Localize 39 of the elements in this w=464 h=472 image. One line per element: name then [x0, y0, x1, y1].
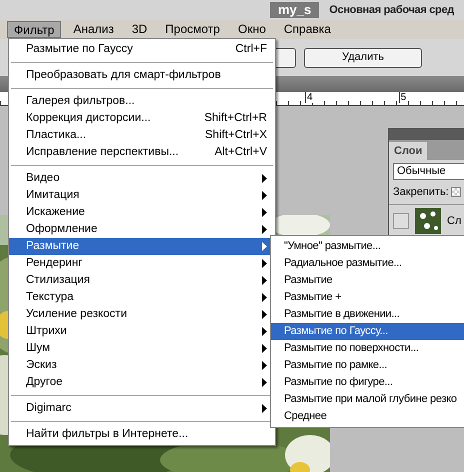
ruler-number: 5	[398, 92, 406, 103]
menu-item[interactable]: Пластика... Shift+Ctrl+X	[9, 127, 275, 144]
menu-bar-item[interactable]: Окно	[232, 21, 272, 38]
menu-bar-item[interactable]: Фильтр	[7, 21, 62, 38]
menu-item[interactable]: Размытие при малой глубине резко	[271, 391, 464, 408]
menu-item[interactable]: Оформление	[9, 221, 275, 238]
menu-item[interactable]: Размытие +	[271, 289, 464, 306]
menu-bar-item[interactable]: 3D	[126, 21, 154, 38]
menu-item[interactable]: Коррекция дисторсии... Shift+Ctrl+R	[9, 110, 275, 127]
layer-name: Сл	[447, 214, 462, 229]
menu-item[interactable]: Размытие	[271, 272, 464, 289]
menu-item[interactable]: Размытие по поверхности...	[271, 340, 464, 357]
menu-item[interactable]: Размытие по рамке...	[271, 357, 464, 374]
menu-item[interactable]: Размытие в движении...	[271, 306, 464, 323]
delete-button[interactable]: Удалить	[304, 48, 422, 68]
menu-item[interactable]: Размытие по Гауссу...	[271, 323, 464, 340]
transparency-lock-icon[interactable]	[450, 187, 461, 197]
menu-item[interactable]: Размытие по Гауссу Ctrl+F	[9, 41, 275, 58]
layers-tab[interactable]: Слои	[389, 142, 428, 160]
visibility-box[interactable]	[393, 213, 409, 229]
menu-item[interactable]: Найти фильтры в Интернете...	[9, 426, 275, 443]
menu-item[interactable]: Исправление перспективы... Alt+Ctrl+V	[9, 144, 275, 161]
menu-item[interactable]: Имитация	[9, 187, 275, 204]
workspace-title: Основная рабочая сред	[329, 2, 454, 18]
lock-label: Закрепить:	[393, 184, 449, 200]
submenu-arrow-icon	[262, 404, 267, 413]
menu-item[interactable]: Размытие по фигуре...	[271, 374, 464, 391]
ruler-number: 4	[305, 92, 313, 103]
menu-item[interactable]: Искажение	[9, 204, 275, 221]
blend-mode-dropdown[interactable]: Обычные	[393, 163, 464, 180]
menu-item[interactable]: Видео	[9, 170, 275, 187]
menu-bar-item[interactable]: Анализ	[67, 21, 120, 38]
menu-item[interactable]: Галерея фильтров...	[9, 93, 275, 110]
menu-bar-item[interactable]: Просмотр	[159, 21, 226, 38]
menu-item[interactable]: Преобразовать для смарт-фильтров	[9, 67, 275, 84]
user-badge: my_s	[270, 2, 320, 18]
menu-item[interactable]: Среднее	[271, 408, 464, 425]
menu-item[interactable]: Радиальное размытие...	[271, 255, 464, 272]
menu-bar-item[interactable]: Справка	[278, 21, 337, 38]
